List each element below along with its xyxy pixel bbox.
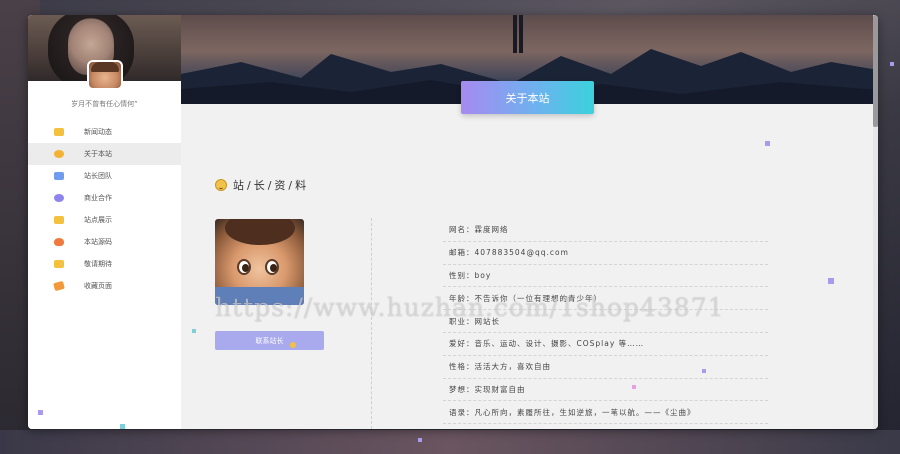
sidebar: 岁月不曾有任心情何” 新闻动态 关于本站 站长团队 商业合作 站点展示 本站源码… bbox=[28, 15, 181, 429]
sidebar-item-label: 本站源码 bbox=[84, 238, 112, 246]
sidebar-item-bookmark[interactable]: 收藏页面 bbox=[28, 275, 181, 297]
business-icon bbox=[54, 194, 64, 202]
main-content: 关于本站 站/长/资/料 联系站长 网名：霖度网络 邮箱：407883504@q… bbox=[181, 15, 878, 429]
scrollbar[interactable] bbox=[873, 15, 878, 429]
about-button[interactable]: 关于本站 bbox=[461, 81, 594, 114]
sidebar-item-label: 商业合作 bbox=[84, 194, 112, 202]
info-row-quote: 语录：凡心所向，素履所往，生如逆旅，一苇以航。——《尘曲》 bbox=[443, 401, 768, 425]
sidebar-item-showcase[interactable]: 站点展示 bbox=[28, 209, 181, 231]
news-icon bbox=[54, 128, 64, 136]
about-icon bbox=[54, 150, 64, 158]
sidebar-item-label: 收藏页面 bbox=[84, 282, 112, 290]
confetti-dot bbox=[38, 410, 43, 415]
sidebar-item-team[interactable]: 站长团队 bbox=[28, 165, 181, 187]
confetti-dot bbox=[890, 62, 894, 66]
sidebar-item-label: 关于本站 bbox=[84, 150, 112, 158]
info-row-gender: 性别：boy bbox=[443, 265, 768, 288]
confetti-dot bbox=[192, 329, 196, 333]
avatar[interactable] bbox=[87, 60, 123, 90]
watermark: https://www.huzhan.com/1shop43871 bbox=[215, 293, 725, 322]
source-icon bbox=[54, 238, 64, 246]
photo-eye-right bbox=[265, 259, 279, 275]
background-sky bbox=[0, 430, 900, 454]
sidebar-nav: 新闻动态 关于本站 站长团队 商业合作 站点展示 本站源码 敬请期待 收藏页面 bbox=[28, 121, 181, 297]
sidebar-item-label: 敬请期待 bbox=[84, 260, 112, 268]
info-row-personality: 性格：活活大方，喜欢自由 bbox=[443, 356, 768, 379]
smile-icon bbox=[215, 179, 227, 191]
contact-button[interactable]: 联系站长 bbox=[215, 331, 324, 350]
confetti-dot bbox=[120, 424, 125, 429]
divider bbox=[371, 218, 372, 429]
info-row-hobbies: 爱好：音乐、运动、设计、摄影、COSplay 等…… bbox=[443, 333, 768, 356]
sidebar-item-label: 新闻动态 bbox=[84, 128, 112, 136]
sidebar-item-business[interactable]: 商业合作 bbox=[28, 187, 181, 209]
sidebar-motto: 岁月不曾有任心情何” bbox=[71, 100, 138, 108]
sidebar-item-source[interactable]: 本站源码 bbox=[28, 231, 181, 253]
showcase-icon bbox=[54, 216, 64, 224]
confetti-dot bbox=[765, 141, 770, 146]
info-row-nickname: 网名：霖度网络 bbox=[443, 219, 768, 242]
section-title: 站/长/资/料 bbox=[215, 177, 309, 193]
info-row-dream: 梦想：实现财富自由 bbox=[443, 379, 768, 402]
team-icon bbox=[54, 172, 64, 180]
scrollbar-thumb[interactable] bbox=[873, 15, 878, 127]
sidebar-item-label: 站点展示 bbox=[84, 216, 112, 224]
sidebar-item-about[interactable]: 关于本站 bbox=[28, 143, 181, 165]
confetti-dot bbox=[418, 438, 422, 442]
confetti-dot bbox=[632, 385, 636, 389]
hero-figure bbox=[513, 15, 523, 53]
sidebar-item-coming[interactable]: 敬请期待 bbox=[28, 253, 181, 275]
sidebar-item-label: 站长团队 bbox=[84, 172, 112, 180]
bookmark-icon bbox=[53, 280, 65, 292]
photo-eye-left bbox=[237, 259, 251, 275]
confetti-dot bbox=[702, 369, 706, 373]
coming-icon bbox=[54, 260, 64, 268]
app-window: 岁月不曾有任心情何” 新闻动态 关于本站 站长团队 商业合作 站点展示 本站源码… bbox=[28, 15, 878, 429]
section-title-text: 站/长/资/料 bbox=[233, 179, 310, 192]
confetti-dot bbox=[828, 278, 834, 284]
info-row-email: 邮箱：407883504@qq.com bbox=[443, 242, 768, 265]
confetti-dot bbox=[290, 342, 296, 348]
sidebar-item-news[interactable]: 新闻动态 bbox=[28, 121, 181, 143]
photo-hair bbox=[225, 219, 295, 245]
